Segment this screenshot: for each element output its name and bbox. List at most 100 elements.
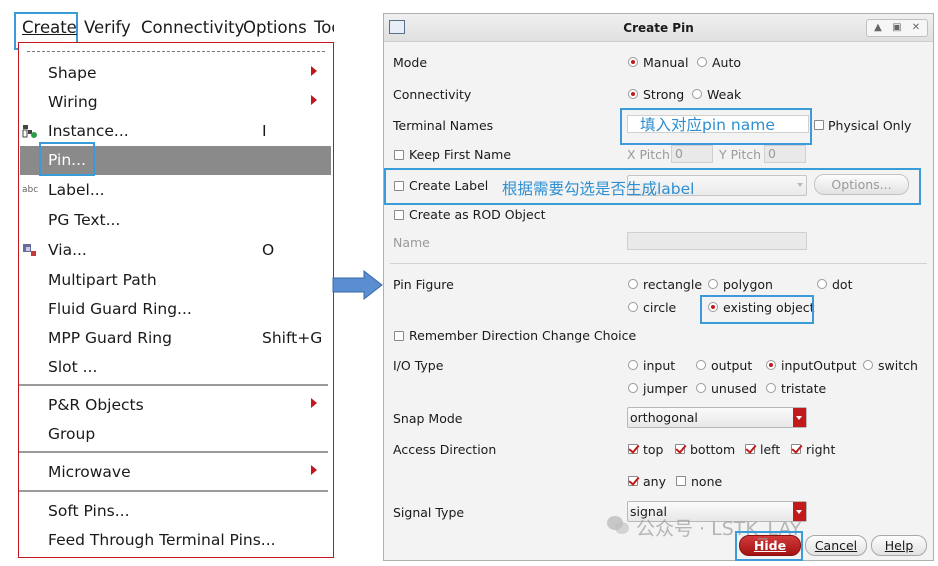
pin-figure-polygon-label: polygon	[723, 277, 773, 292]
submenu-arrow-icon	[311, 95, 317, 105]
hide-button-highlight	[735, 531, 803, 561]
menu-item-microwave[interactable]: Microwave	[19, 458, 333, 487]
pin-figure-polygon-radio[interactable]	[708, 279, 718, 289]
io-unused-radio[interactable]	[696, 383, 706, 393]
pin-figure-rectangle-label: rectangle	[643, 277, 703, 292]
pin-figure-dot-radio[interactable]	[817, 279, 827, 289]
io-jumper-radio[interactable]	[628, 383, 638, 393]
io-output-label: output	[711, 358, 753, 373]
io-unused-label: unused	[711, 381, 757, 396]
menu-options[interactable]: Options	[243, 18, 307, 37]
io-output-radio[interactable]	[696, 360, 706, 370]
access-any-checkbox[interactable]	[628, 476, 638, 486]
menu-item-pr-objects[interactable]: P&R Objects	[19, 391, 333, 420]
menu-item-label: Wiring	[48, 93, 98, 111]
close-button[interactable]: ✕	[909, 22, 923, 33]
io-jumper-label: jumper	[643, 381, 688, 396]
mode-manual-radio[interactable]	[628, 57, 638, 67]
io-tristate-label: tristate	[781, 381, 827, 396]
pin-figure-circle-radio[interactable]	[628, 302, 638, 312]
mode-manual-label: Manual	[643, 55, 689, 70]
label-abc-icon: abc	[22, 185, 39, 195]
pin-figure-label: Pin Figure	[393, 277, 454, 292]
pin-figure-circle-label: circle	[643, 300, 677, 315]
name-input[interactable]	[627, 232, 807, 250]
menu-item-label: Via...	[48, 241, 87, 259]
cancel-button[interactable]: Cancel	[805, 535, 867, 556]
menu-item-shape[interactable]: Shape	[19, 59, 333, 88]
snap-mode-select[interactable]: orthogonal	[627, 407, 807, 428]
io-inputoutput-radio[interactable]	[766, 360, 776, 370]
create-rod-label: Create as ROD Object	[409, 207, 546, 222]
help-button[interactable]: Help	[871, 535, 927, 556]
terminal-names-note: 填入对应pin name	[640, 116, 775, 134]
menu-tools[interactable]: Tools	[314, 18, 334, 37]
menu-item-wiring[interactable]: Wiring	[19, 88, 333, 117]
submenu-arrow-icon	[311, 398, 317, 408]
menu-connectivity[interactable]: Connectivity	[141, 18, 244, 37]
menu-item-group[interactable]: Group	[19, 420, 333, 449]
via-icon	[22, 243, 38, 258]
menu-item-fluid-guard-ring[interactable]: Fluid Guard Ring...	[19, 295, 333, 324]
menu-item-pg-text[interactable]: PG Text...	[19, 206, 333, 235]
connectivity-weak-label: Weak	[707, 87, 742, 102]
access-right-checkbox[interactable]	[791, 444, 801, 454]
remember-direction-checkbox[interactable]	[394, 331, 404, 341]
menu-item-feed-through[interactable]: Feed Through Terminal Pins...	[19, 526, 333, 555]
access-top-label: top	[643, 442, 664, 457]
mode-auto-label: Auto	[712, 55, 742, 70]
connectivity-strong-radio[interactable]	[628, 89, 638, 99]
menu-separator	[19, 384, 328, 386]
pin-figure-rectangle-radio[interactable]	[628, 279, 638, 289]
keep-first-name-label: Keep First Name	[409, 147, 512, 162]
shade-button[interactable]: ▲	[871, 22, 885, 33]
io-switch-radio[interactable]	[863, 360, 873, 370]
snap-mode-value: orthogonal	[630, 410, 698, 425]
snap-mode-label: Snap Mode	[393, 411, 463, 426]
menu-item-label: Instance...	[48, 122, 129, 140]
cancel-button-label: Cancel	[814, 538, 858, 553]
menu-item-mpp-guard-ring[interactable]: MPP Guard Ring Shift+G	[19, 324, 333, 353]
mode-auto-radio[interactable]	[697, 57, 707, 67]
menu-item-label: Group	[48, 425, 96, 443]
shortcut-label: O	[262, 241, 275, 259]
menu-verify[interactable]: Verify	[84, 18, 131, 37]
menubar: Create Verify Connectivity Options Tools	[14, 12, 334, 50]
access-none-label: none	[691, 474, 723, 489]
access-top-checkbox[interactable]	[628, 444, 638, 454]
io-input-radio[interactable]	[628, 360, 638, 370]
tear-off-line[interactable]	[27, 51, 325, 52]
menu-separator	[19, 490, 328, 492]
access-left-checkbox[interactable]	[745, 444, 755, 454]
menu-item-slot[interactable]: Slot ...	[19, 353, 333, 382]
menu-create[interactable]: Create	[22, 18, 77, 37]
access-right-label: right	[806, 442, 836, 457]
access-none-checkbox[interactable]	[676, 476, 686, 486]
menu-item-multipart-path[interactable]: Multipart Path	[19, 266, 333, 295]
menu-item-soft-pins[interactable]: Soft Pins...	[19, 497, 333, 526]
access-direction-label: Access Direction	[393, 442, 497, 457]
create-rod-checkbox[interactable]	[394, 210, 404, 220]
existing-object-highlight	[700, 295, 814, 324]
physical-only-checkbox[interactable]	[814, 120, 824, 130]
io-tristate-radio[interactable]	[766, 383, 776, 393]
remember-direction-label: Remember Direction Change Choice	[409, 328, 637, 343]
menu-item-label: PG Text...	[48, 211, 121, 229]
flow-arrow-icon	[332, 270, 383, 300]
access-bottom-label: bottom	[690, 442, 736, 457]
connectivity-weak-radio[interactable]	[692, 89, 702, 99]
access-left-label: left	[760, 442, 781, 457]
create-label-note: 根据需要勾选是否生成label	[502, 180, 695, 198]
y-pitch-input[interactable]: 0	[764, 145, 806, 163]
menu-item-label-create[interactable]: abc Label...	[19, 176, 333, 205]
shortcut-label: I	[262, 122, 267, 140]
dialog-titlebar[interactable]: Create Pin ▲ ▣ ✕	[384, 14, 933, 42]
menu-item-label: Label...	[48, 181, 105, 199]
wechat-logo-icon	[607, 516, 629, 534]
menu-item-via[interactable]: Via... O	[19, 236, 333, 265]
keep-first-name-checkbox[interactable]	[394, 150, 404, 160]
access-bottom-checkbox[interactable]	[675, 444, 685, 454]
io-switch-label: switch	[878, 358, 918, 373]
maximize-button[interactable]: ▣	[890, 22, 904, 33]
x-pitch-input[interactable]: 0	[671, 145, 713, 163]
